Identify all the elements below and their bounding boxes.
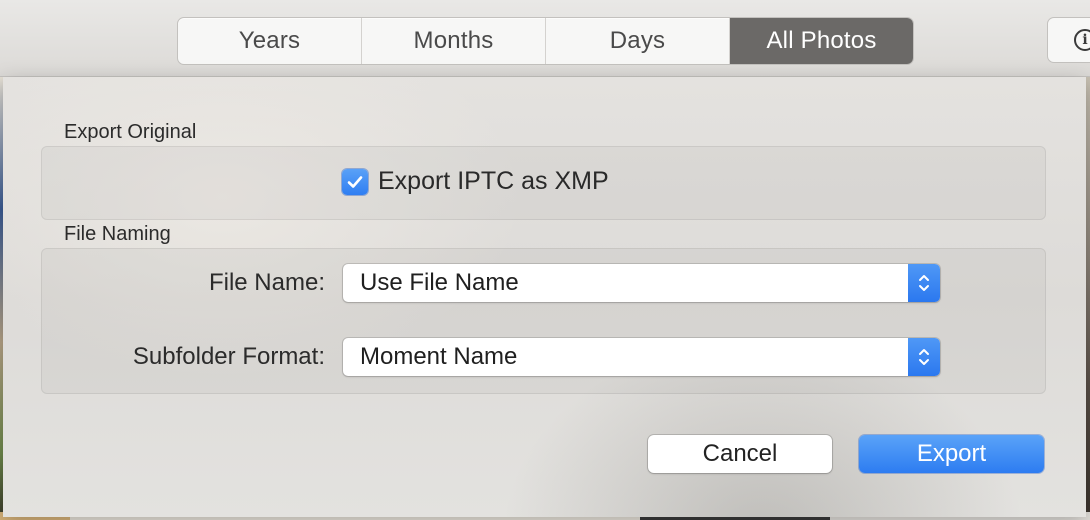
subfolder-format-popup[interactable]: Moment Name xyxy=(343,338,940,376)
view-segmented-control: Years Months Days All Photos xyxy=(177,17,914,65)
info-button[interactable]: i xyxy=(1047,17,1090,63)
tab-months[interactable]: Months xyxy=(362,18,546,64)
file-name-popup[interactable]: Use File Name xyxy=(343,264,940,302)
up-down-chevron-icon xyxy=(908,338,940,376)
cancel-button[interactable]: Cancel xyxy=(648,435,832,473)
photo-thumbnail-strip-right xyxy=(1086,76,1090,520)
subfolder-format-value: Moment Name xyxy=(360,343,518,370)
subfolder-format-label: Subfolder Format: xyxy=(132,343,325,370)
export-original-heading: Export Original xyxy=(64,121,197,143)
up-down-chevron-icon xyxy=(908,264,940,302)
file-name-value: Use File Name xyxy=(360,269,519,296)
export-dialog: Export Original Export IPTC as XMP File … xyxy=(3,77,1086,517)
export-iptc-label: Export IPTC as XMP xyxy=(378,167,609,195)
tab-all-photos[interactable]: All Photos xyxy=(730,18,913,64)
file-name-label: File Name: xyxy=(208,269,325,296)
toolbar: Years Months Days All Photos i xyxy=(0,0,1090,77)
file-naming-heading: File Naming xyxy=(64,223,171,245)
info-circle-icon: i xyxy=(1074,29,1090,51)
export-iptc-checkbox[interactable] xyxy=(342,168,368,195)
tab-days[interactable]: Days xyxy=(546,18,730,64)
checkmark-icon xyxy=(347,175,363,188)
tab-years[interactable]: Years xyxy=(178,18,362,64)
export-button[interactable]: Export xyxy=(859,435,1044,473)
export-iptc-checkbox-row[interactable]: Export IPTC as XMP xyxy=(342,167,609,196)
